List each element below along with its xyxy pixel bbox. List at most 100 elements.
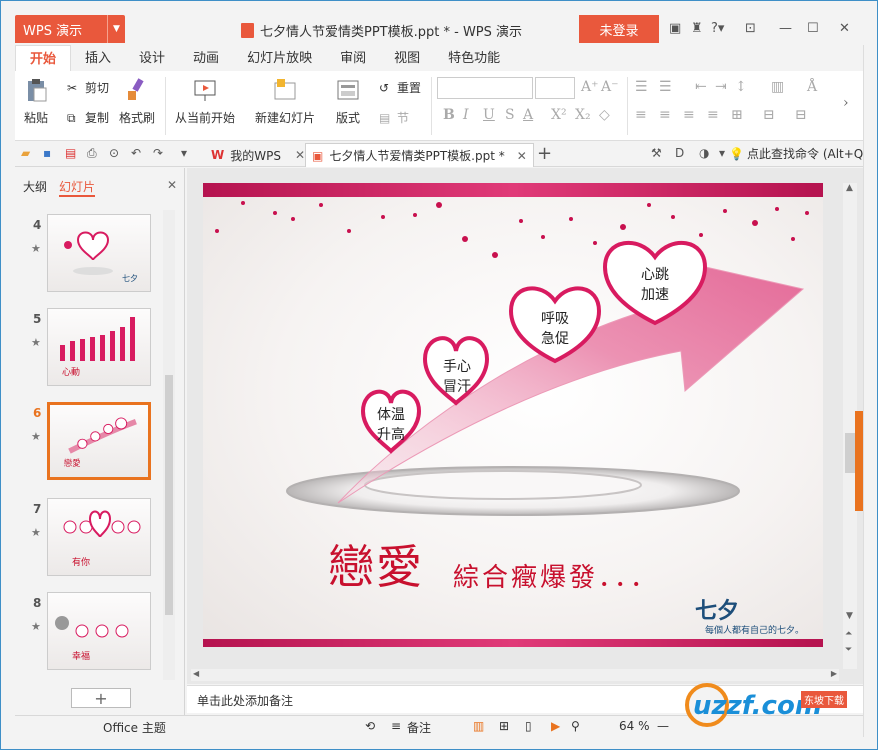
maximize-icon[interactable]: ☐ — [807, 21, 819, 36]
minimize-icon[interactable]: — — [779, 21, 792, 36]
next-slide-icon[interactable]: ⏷ — [845, 645, 852, 655]
reset-button[interactable]: ↺ 重置 — [379, 79, 421, 96]
distribute-icon[interactable]: ⊞ — [731, 107, 743, 123]
paste-button[interactable]: 粘贴 — [23, 77, 49, 126]
prev-slide-icon[interactable]: ⏶ — [845, 629, 852, 639]
tab-features[interactable]: 特色功能 — [434, 45, 514, 71]
text-box-icon[interactable]: ⊟ — [763, 107, 775, 123]
layout-button[interactable]: 版式 — [335, 77, 361, 126]
new-tab-icon[interactable]: + — [537, 143, 552, 164]
slide-thumbnail[interactable]: 4 ★ 七夕 — [15, 214, 175, 296]
bullets-icon[interactable]: ☰ — [635, 79, 648, 95]
slide-sorter-icon[interactable]: ⊞ — [499, 719, 509, 733]
tab-insert[interactable]: 插入 — [71, 45, 125, 71]
scrollbar-thumb[interactable] — [845, 433, 855, 473]
close-panel-icon[interactable]: ✕ — [167, 178, 177, 192]
text-direction-icon[interactable]: Å — [807, 79, 817, 95]
tool-icon[interactable]: ⚒ — [651, 146, 666, 161]
numbering-icon[interactable]: ☰ — [659, 79, 672, 95]
search-command[interactable]: 💡 点此查找命令 (Alt+Q) — [729, 145, 868, 162]
tab-document[interactable]: ▣ 七夕情人节爱情类PPT模板.ppt * ✕ — [305, 143, 534, 167]
scrollbar-thumb[interactable] — [165, 375, 173, 615]
pin-icon[interactable]: ⊡ — [745, 21, 756, 36]
print-icon[interactable]: ⎙ — [87, 146, 102, 161]
shadow-icon[interactable]: S — [505, 107, 515, 123]
zoom-out-icon[interactable]: — — [657, 719, 669, 733]
align-text-icon[interactable]: ⊟ — [795, 107, 807, 123]
columns-icon[interactable]: ▥ — [771, 79, 784, 95]
underline-icon[interactable]: U — [483, 107, 495, 123]
undo-icon[interactable]: ↶ — [131, 146, 146, 161]
font-name-select[interactable] — [437, 77, 533, 99]
pdf-icon[interactable]: ▤ — [65, 146, 80, 161]
decrease-font-icon[interactable]: A⁻ — [601, 79, 619, 95]
slide-thumbnail[interactable]: 5 ★ 心動 — [15, 308, 175, 390]
subscript-icon[interactable]: X₂ — [575, 107, 591, 123]
bold-icon[interactable]: B — [443, 107, 455, 123]
from-current-button[interactable]: 从当前开始 — [175, 77, 235, 126]
d-icon[interactable]: D — [675, 146, 690, 161]
font-color-icon[interactable]: A — [523, 107, 533, 123]
normal-view-icon[interactable]: ▥ — [473, 719, 484, 733]
reading-view-icon[interactable]: ▯ — [525, 719, 532, 733]
cut-button[interactable]: ✂ 剪切 — [67, 79, 109, 96]
chevron-down-icon[interactable]: ▼ — [107, 15, 125, 43]
save-icon[interactable]: ▪ — [43, 146, 58, 161]
clear-format-icon[interactable]: X² — [551, 107, 567, 123]
increase-font-icon[interactable]: A⁺ — [581, 79, 599, 95]
notes-toggle-icon[interactable]: ≡ — [391, 719, 401, 733]
customize-icon[interactable]: ▾ — [181, 146, 196, 161]
scroll-up-icon[interactable]: ▲ — [846, 183, 853, 193]
skin-icon[interactable]: ▣ — [669, 21, 681, 36]
line-spacing-icon[interactable]: ↕ — [735, 79, 747, 95]
indent-icon[interactable]: ⇥ — [715, 79, 727, 95]
section-button[interactable]: ▤ 节 — [379, 109, 409, 126]
tab-slideshow[interactable]: 幻灯片放映 — [233, 45, 326, 71]
slide-thumbnail[interactable]: 8 ★ 幸福 — [15, 592, 175, 674]
tab-my-wps[interactable]: W 我的WPS ✕ — [205, 143, 311, 167]
slide-canvas[interactable]: 体温 升高 手心 冒汗 呼吸 急促 心跳 加速 戀愛 綜合癥爆發．．． 七夕 每… — [203, 183, 823, 647]
scroll-left-icon[interactable]: ◀ — [193, 669, 199, 678]
redo-icon[interactable]: ↷ — [153, 146, 168, 161]
tab-design[interactable]: 设计 — [125, 45, 179, 71]
copy-button[interactable]: ⧉ 复制 — [67, 109, 109, 126]
close-icon[interactable]: ✕ — [839, 21, 850, 36]
slideshow-icon[interactable]: ▶ — [551, 719, 560, 733]
horizontal-scrollbar[interactable]: ◀ ▶ — [191, 669, 839, 681]
align-right-icon[interactable]: ≡ — [683, 107, 695, 123]
new-slide-button[interactable]: 新建幻灯片 — [255, 77, 315, 126]
align-left-icon[interactable]: ≡ — [635, 107, 647, 123]
pin-icon[interactable]: ⚲ — [571, 719, 580, 733]
tab-animation[interactable]: 动画 — [179, 45, 233, 71]
panel-scrollbar[interactable] — [163, 210, 175, 680]
add-slide-button[interactable]: + — [71, 688, 131, 708]
close-tab-icon[interactable]: ✕ — [517, 149, 527, 163]
outdent-icon[interactable]: ⇤ — [695, 79, 707, 95]
format-painter-button[interactable]: 格式刷 — [119, 77, 155, 126]
justify-icon[interactable]: ≡ — [707, 107, 719, 123]
eraser-icon[interactable]: ◇ — [599, 107, 610, 123]
side-panel-toggle[interactable] — [855, 411, 863, 511]
history-icon[interactable]: ⟲ — [365, 719, 375, 733]
open-folder-icon[interactable]: ▰ — [21, 146, 36, 161]
notes-toggle-button[interactable]: 备注 — [407, 719, 431, 736]
ribbon-scroll-right-icon[interactable]: › — [843, 95, 849, 111]
tab-slides[interactable]: 幻灯片 — [59, 178, 96, 197]
tab-view[interactable]: 视图 — [380, 45, 434, 71]
slide-thumbnail-selected[interactable]: 6 ★ 戀愛 — [15, 402, 175, 484]
help-icon[interactable]: ?▾ — [711, 21, 724, 36]
align-center-icon[interactable]: ≡ — [659, 107, 671, 123]
scroll-down-icon[interactable]: ▼ — [846, 611, 853, 621]
close-tab-icon[interactable]: ✕ — [295, 148, 305, 162]
scroll-right-icon[interactable]: ▶ — [831, 669, 837, 678]
font-size-select[interactable] — [535, 77, 575, 99]
tab-outline[interactable]: 大纲 — [23, 178, 47, 197]
login-button[interactable]: 未登录 — [579, 15, 659, 43]
skin-icon[interactable]: ◑ — [699, 146, 714, 161]
app-menu-button[interactable]: WPS 演示 ▼ — [15, 15, 125, 43]
zoom-level[interactable]: 64 % — [619, 719, 650, 733]
italic-icon[interactable]: I — [463, 107, 469, 123]
shirt-icon[interactable]: ♜ — [691, 21, 703, 36]
slide-thumbnail[interactable]: 7 ★ 有你 — [15, 498, 175, 580]
tab-home[interactable]: 开始 — [15, 45, 72, 71]
